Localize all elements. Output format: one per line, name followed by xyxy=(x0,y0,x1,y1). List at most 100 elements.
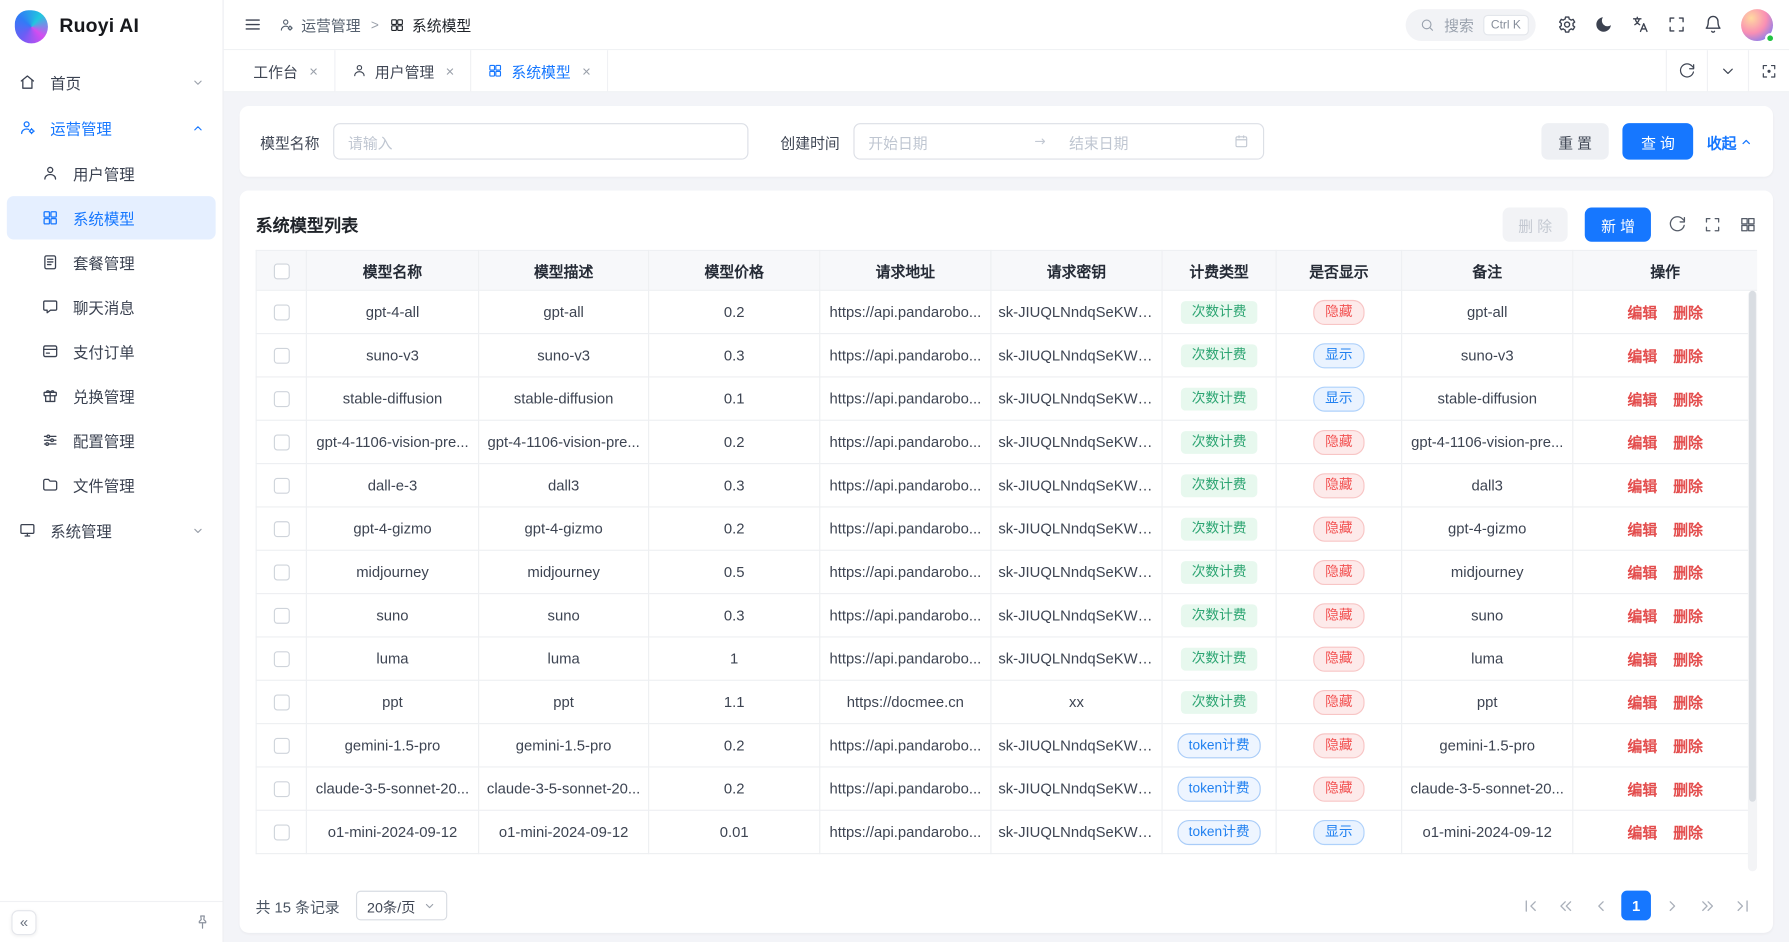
edit-link[interactable]: 编辑 xyxy=(1628,391,1658,408)
sidebar-item-payment-orders[interactable]: 支付订单 xyxy=(7,330,216,373)
sidebar-item-package-management[interactable]: 套餐管理 xyxy=(7,241,216,284)
row-checkbox[interactable] xyxy=(273,738,289,754)
row-checkbox[interactable] xyxy=(273,652,289,668)
pager-first-page-button[interactable] xyxy=(1515,891,1545,921)
menu-toggle-button[interactable] xyxy=(235,7,269,41)
pager-last-page-button[interactable] xyxy=(1727,891,1757,921)
tab-workbench[interactable]: 工作台 × xyxy=(237,50,335,91)
select-all-checkbox[interactable] xyxy=(273,263,289,279)
delete-link[interactable]: 删除 xyxy=(1673,391,1703,408)
pin-icon[interactable] xyxy=(194,913,211,930)
select-all-cell xyxy=(256,250,306,290)
scrollbar-thumb[interactable] xyxy=(1749,291,1756,802)
add-button[interactable]: 新 增 xyxy=(1585,208,1651,242)
row-checkbox[interactable] xyxy=(273,435,289,451)
global-search[interactable]: 搜索 Ctrl K xyxy=(1405,9,1535,41)
edit-link[interactable]: 编辑 xyxy=(1628,695,1658,712)
app-logo[interactable]: Ruoyi AI xyxy=(0,0,222,52)
delete-link[interactable]: 删除 xyxy=(1673,348,1703,365)
delete-link[interactable]: 删除 xyxy=(1673,478,1703,495)
language-button[interactable] xyxy=(1622,7,1656,41)
delete-link[interactable]: 删除 xyxy=(1673,304,1703,321)
table-fullscreen-button[interactable] xyxy=(1703,216,1721,234)
fullscreen-button[interactable] xyxy=(1659,7,1693,41)
cell-model-name: gemini-1.5-pro xyxy=(306,724,478,767)
sidebar-item-redeem-management[interactable]: 兑换管理 xyxy=(7,374,216,417)
edit-link[interactable]: 编辑 xyxy=(1628,651,1658,668)
row-checkbox[interactable] xyxy=(273,695,289,711)
edit-link[interactable]: 编辑 xyxy=(1628,521,1658,538)
row-checkbox[interactable] xyxy=(273,608,289,624)
query-button[interactable]: 查 询 xyxy=(1623,123,1693,159)
cell-request-url: https://api.pandarobo... xyxy=(820,594,991,637)
content-fullscreen-button[interactable] xyxy=(1748,50,1789,91)
row-checkbox[interactable] xyxy=(273,348,289,364)
edit-link[interactable]: 编辑 xyxy=(1628,435,1658,452)
tab-close-icon[interactable]: × xyxy=(582,62,591,79)
create-time-range-input[interactable]: 开始日期 结束日期 xyxy=(853,123,1264,159)
delete-link[interactable]: 删除 xyxy=(1673,435,1703,452)
row-checkbox[interactable] xyxy=(273,522,289,538)
settings-button[interactable] xyxy=(1549,7,1583,41)
notifications-button[interactable] xyxy=(1695,7,1729,41)
row-checkbox[interactable] xyxy=(273,782,289,798)
pager-next-page-button[interactable] xyxy=(1657,891,1687,921)
batch-delete-button[interactable]: 删 除 xyxy=(1502,208,1568,242)
refresh-table-button[interactable] xyxy=(1668,216,1686,234)
edit-link[interactable]: 编辑 xyxy=(1628,825,1658,842)
sidebar-item-home[interactable]: 首页 xyxy=(0,59,222,105)
cell-model-desc: gpt-all xyxy=(479,290,649,333)
breadcrumb-item-system-models[interactable]: 系统模型 xyxy=(389,14,471,36)
tab-close-icon[interactable]: × xyxy=(446,62,455,79)
delete-link[interactable]: 删除 xyxy=(1673,738,1703,755)
edit-link[interactable]: 编辑 xyxy=(1628,565,1658,582)
tab-close-icon[interactable]: × xyxy=(309,62,318,79)
delete-link[interactable]: 删除 xyxy=(1673,825,1703,842)
model-name-input[interactable]: 请输入 xyxy=(333,123,748,159)
refresh-tab-button[interactable] xyxy=(1666,50,1707,91)
collapse-sidebar-button[interactable]: « xyxy=(11,910,36,935)
edit-link[interactable]: 编辑 xyxy=(1628,304,1658,321)
sidebar-item-user-management[interactable]: 用户管理 xyxy=(7,152,216,195)
sidebar-item-chat-messages[interactable]: 聊天消息 xyxy=(7,285,216,328)
pager-page-button[interactable]: 1 xyxy=(1621,891,1651,921)
delete-link[interactable]: 删除 xyxy=(1673,781,1703,798)
row-checkbox[interactable] xyxy=(273,391,289,407)
table-scrollbar[interactable] xyxy=(1748,291,1757,871)
collapse-filter-link[interactable]: 收起 xyxy=(1707,131,1753,153)
delete-link[interactable]: 删除 xyxy=(1673,608,1703,625)
row-checkbox[interactable] xyxy=(273,305,289,321)
pager-fast-backward-button[interactable] xyxy=(1551,891,1581,921)
tab-menu-button[interactable] xyxy=(1707,50,1748,91)
pager-fast-forward-button[interactable] xyxy=(1692,891,1722,921)
row-checkbox[interactable] xyxy=(273,825,289,841)
reset-button[interactable]: 重 置 xyxy=(1541,123,1609,159)
visibility-badge: 隐藏 xyxy=(1314,429,1364,454)
sidebar-item-file-management[interactable]: 文件管理 xyxy=(7,463,216,506)
sidebar-item-operations[interactable]: 运营管理 xyxy=(0,105,222,151)
cell-request-url: https://api.pandarobo... xyxy=(820,290,991,333)
pager-prev-page-button[interactable] xyxy=(1586,891,1616,921)
sidebar-item-system[interactable]: 系统管理 xyxy=(0,507,222,553)
theme-toggle-button[interactable] xyxy=(1586,7,1620,41)
edit-link[interactable]: 编辑 xyxy=(1628,781,1658,798)
tab-system-models[interactable]: 系统模型 × xyxy=(471,50,607,91)
edit-link[interactable]: 编辑 xyxy=(1628,348,1658,365)
edit-link[interactable]: 编辑 xyxy=(1628,738,1658,755)
row-checkbox[interactable] xyxy=(273,565,289,581)
row-checkbox[interactable] xyxy=(273,478,289,494)
edit-link[interactable]: 编辑 xyxy=(1628,608,1658,625)
breadcrumb-item-operations[interactable]: 运营管理 xyxy=(278,14,360,36)
tab-user-management[interactable]: 用户管理 × xyxy=(335,50,471,91)
edit-link[interactable]: 编辑 xyxy=(1628,478,1658,495)
delete-link[interactable]: 删除 xyxy=(1673,565,1703,582)
delete-link[interactable]: 删除 xyxy=(1673,651,1703,668)
delete-link[interactable]: 删除 xyxy=(1673,695,1703,712)
sidebar-item-config-management[interactable]: 配置管理 xyxy=(7,419,216,462)
column-settings-button[interactable] xyxy=(1739,216,1757,234)
sidebar-item-system-models[interactable]: 系统模型 xyxy=(7,196,216,239)
chat-icon xyxy=(41,298,59,316)
delete-link[interactable]: 删除 xyxy=(1673,521,1703,538)
user-avatar[interactable] xyxy=(1741,9,1773,41)
page-size-select[interactable]: 20条/页 xyxy=(356,891,448,921)
